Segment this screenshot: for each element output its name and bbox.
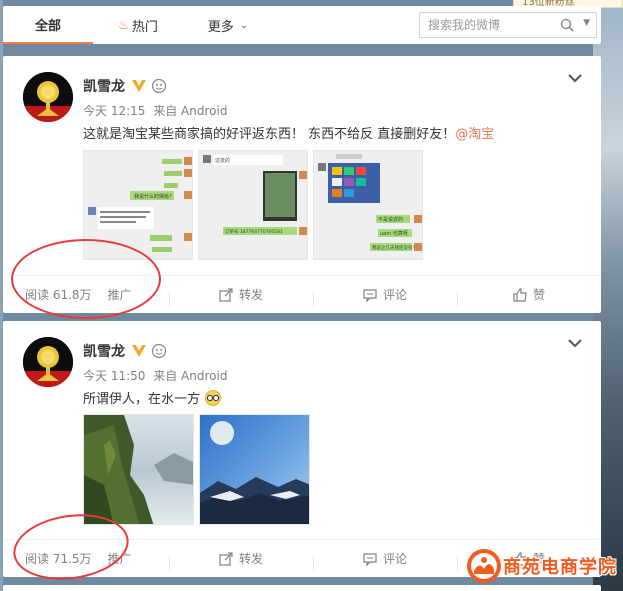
verified-v-icon <box>132 80 146 92</box>
chat-snippet: 订单号 187764770700581 <box>225 228 283 235</box>
chat-snippet: 不是说返的 <box>378 216 403 223</box>
feed-post-next <box>3 585 601 591</box>
glasses-emoji-icon <box>205 390 222 406</box>
comment-label: 评论 <box>382 288 407 302</box>
search-box[interactable]: ▼ <box>419 12 597 38</box>
chat-snippet: 这批的 <box>215 157 230 164</box>
post-meta: 今天 11:50 来自 Android <box>83 367 227 384</box>
post-source: 来自 Android <box>153 104 228 118</box>
tab-all[interactable]: 全部 <box>3 6 93 44</box>
username[interactable]: 凯雪龙 <box>83 341 125 361</box>
watermark-emblem-icon <box>467 549 501 583</box>
post-body: 所谓伊人，在水一方 <box>83 392 201 407</box>
forward-icon <box>219 551 233 566</box>
comment-icon <box>363 288 377 302</box>
chat-snippet: 我说之几天钱还没有？ <box>372 244 417 251</box>
search-dropdown-icon[interactable]: ▼ <box>583 18 590 28</box>
tab-hot[interactable]: ♨ 热门 <box>93 6 183 44</box>
like-label: 赞 <box>532 288 545 302</box>
post-text: 所谓伊人，在水一方 <box>83 388 222 407</box>
post-username-row: 凯雪龙 <box>83 76 167 96</box>
forward-icon <box>219 287 233 302</box>
tab-more[interactable]: 更多 ⌄ <box>183 6 273 44</box>
chat-snippet: 我说什么时候给？ <box>134 193 174 200</box>
watermark-text: 商苑电商学院 <box>503 557 617 578</box>
forward-button[interactable]: 转发 <box>169 550 313 570</box>
post-menu-chevron-icon[interactable] <box>567 72 583 84</box>
chat-screenshot-image[interactable]: 不是说返的 uam 也算呀 我说之几天钱还没有？ <box>313 150 423 260</box>
forward-label: 转发 <box>238 552 263 566</box>
comment-button[interactable]: 评论 <box>313 286 457 306</box>
mountain-photo[interactable] <box>199 414 310 525</box>
chevron-down-icon: ⌄ <box>239 19 249 31</box>
comment-icon <box>363 552 377 566</box>
feed-tab-bar: 全部 ♨ 热门 更多 ⌄ ▼ <box>3 6 601 44</box>
avatar[interactable] <box>23 72 73 122</box>
highlight-circle <box>11 239 161 319</box>
forward-button[interactable]: 转发 <box>169 286 313 306</box>
verified-v-icon <box>132 345 146 357</box>
mention-link[interactable]: @淘宝 <box>455 127 494 142</box>
comment-label: 评论 <box>382 552 407 566</box>
post-time[interactable]: 今天 12:15 <box>83 104 145 118</box>
tab-more-label: 更多 <box>207 19 234 35</box>
member-badge-icon <box>151 343 167 359</box>
post-image-grid <box>83 414 310 525</box>
tab-hot-label: 热门 <box>131 19 158 35</box>
mountain-photo[interactable] <box>83 414 194 525</box>
post-meta: 今天 12:15 来自 Android <box>83 102 227 119</box>
search-input[interactable] <box>428 18 558 32</box>
feed-post: 凯雪龙 今天 12:15 来自 Android 这就是淘宝某些商家搞的好评返东西… <box>3 56 601 319</box>
post-username-row: 凯雪龙 <box>83 341 167 361</box>
thumbs-up-icon <box>513 287 527 302</box>
fire-icon: ♨ <box>118 18 129 32</box>
post-image-grid: 我说什么时候给？ 这批的 订单号 187764770700581 不是说返的 u… <box>83 150 423 260</box>
watermark-logo: 商苑电商学院 <box>465 547 617 585</box>
forward-label: 转发 <box>238 288 263 302</box>
like-button[interactable]: 赞 <box>457 286 601 306</box>
comment-button[interactable]: 评论 <box>313 550 457 570</box>
chat-snippet: uam 也算呀 <box>380 230 408 237</box>
tab-all-label: 全部 <box>34 18 61 34</box>
username[interactable]: 凯雪龙 <box>83 76 125 96</box>
post-menu-chevron-icon[interactable] <box>567 337 583 349</box>
post-body: 这就是淘宝某些商家搞的好评返东西！ 东西不给反 直接删好友！ <box>83 127 456 142</box>
post-text: 这就是淘宝某些商家搞的好评返东西！ 东西不给反 直接删好友！@淘宝 <box>83 123 494 142</box>
member-badge-icon <box>151 78 167 94</box>
chat-screenshot-image[interactable]: 这批的 订单号 187764770700581 <box>198 150 308 260</box>
post-time[interactable]: 今天 11:50 <box>83 369 145 383</box>
avatar[interactable] <box>23 337 73 387</box>
search-icon[interactable] <box>560 18 574 32</box>
post-source: 来自 Android <box>153 369 228 383</box>
feed-post: 凯雪龙 今天 11:50 来自 Android 所谓伊人，在水一方 阅读 71.… <box>3 321 601 587</box>
